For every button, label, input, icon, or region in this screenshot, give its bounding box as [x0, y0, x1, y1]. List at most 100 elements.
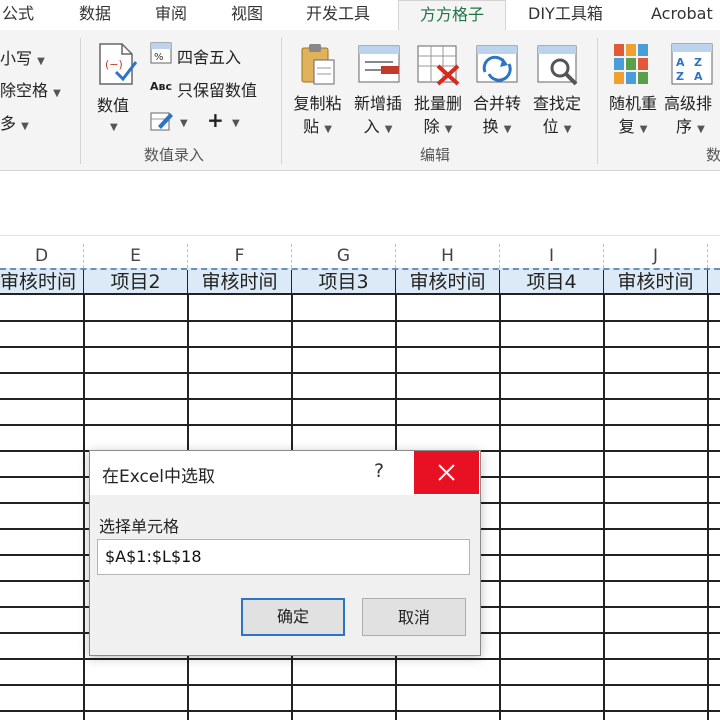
help-icon[interactable]: ? — [374, 460, 384, 482]
chevron-down-icon[interactable]: ▼ — [110, 122, 118, 133]
chevron-down-icon[interactable]: ▼ — [180, 118, 188, 129]
ribbon-panel: 小写 ▼ 除空格 ▼ 多 ▼ (−) 数值 ▼ % 四舍五入 Aʙc 只保留数值 — [0, 30, 720, 171]
ok-button[interactable]: 确定 — [241, 598, 345, 636]
copy-paste-label-1: 复制粘 — [293, 94, 342, 113]
merge-convert-label-1: 合并转 — [472, 94, 521, 113]
dialog-title: 在Excel中选取 — [102, 467, 216, 487]
chevron-down-icon: ▼ — [444, 124, 453, 135]
chevron-down-icon: ▼ — [37, 56, 45, 67]
find-locate-label-1: 查找定 — [532, 94, 581, 113]
add-insert-label-2-text: 入 — [363, 117, 380, 136]
column-header-i[interactable]: I — [500, 244, 604, 268]
merge-convert-icon[interactable] — [475, 42, 519, 90]
field-label: 选择单元格 — [99, 517, 180, 536]
grid-column-line — [83, 295, 85, 720]
grid-row-line — [0, 424, 720, 426]
header-cell[interactable]: 审核时间 — [604, 270, 708, 293]
group-separator — [80, 38, 81, 164]
header-cell[interactable]: 项目4 — [500, 270, 604, 293]
find-locate-label-2-text: 位 — [542, 117, 559, 136]
value-button-label[interactable]: 数值 — [97, 92, 129, 116]
random-repeat-label-2-text: 复 — [618, 117, 635, 136]
column-header-g[interactable]: G — [292, 244, 396, 268]
tab-data[interactable]: 数据 — [79, 0, 111, 30]
add-insert-label-2: 入 ▼ — [349, 115, 407, 141]
sort-az-icon[interactable]: A Z Z A — [670, 42, 714, 90]
batch-delete-button[interactable]: 批量删 除 ▼ — [409, 92, 467, 141]
cancel-button[interactable]: 取消 — [362, 598, 466, 636]
merge-convert-button[interactable]: 合并转 换 ▼ — [468, 92, 526, 141]
copy-paste-label-2: 贴 ▼ — [290, 115, 345, 141]
copy-paste-button[interactable]: 复制粘 贴 ▼ — [290, 92, 345, 141]
range-input[interactable]: $A$1:$L$18 — [97, 539, 470, 575]
column-header-f[interactable]: F — [188, 244, 292, 268]
round-button[interactable]: 四舍五入 — [177, 44, 241, 68]
close-icon — [438, 464, 455, 481]
plus-icon[interactable]: + — [207, 108, 224, 132]
insert-rows-icon[interactable] — [357, 42, 401, 90]
grid-row-line — [0, 372, 720, 374]
chevron-down-icon: ▼ — [563, 124, 572, 135]
batch-delete-icon[interactable] — [416, 42, 460, 90]
dialog-title-bar[interactable]: 在Excel中选取 ? — [90, 451, 480, 495]
tab-view[interactable]: 视图 — [231, 0, 263, 30]
column-header-h[interactable]: H — [396, 244, 500, 268]
formula-bar-area[interactable] — [0, 171, 720, 236]
random-repeat-icon[interactable] — [612, 42, 652, 90]
header-cell[interactable]: 项目2 — [84, 270, 188, 293]
header-cell[interactable]: 审核时间 — [0, 270, 84, 293]
header-cell[interactable]: 审核时间 — [188, 270, 292, 293]
group-separator — [281, 38, 282, 164]
add-insert-button[interactable]: 新增插 入 ▼ — [349, 92, 407, 141]
value-convert-icon[interactable]: (−) — [96, 42, 138, 90]
tab-review[interactable]: 审阅 — [155, 0, 187, 30]
find-locate-button[interactable]: 查找定 位 ▼ — [528, 92, 586, 141]
grid-row-line — [0, 684, 720, 686]
add-insert-label-1: 新增插 — [353, 94, 402, 113]
grid-row-line — [0, 346, 720, 348]
tab-formulas[interactable]: 公式 — [2, 0, 34, 30]
advanced-sort-button[interactable]: 高级排 序 ▼ — [664, 92, 720, 141]
clipboard-icon[interactable] — [298, 42, 338, 90]
column-header-j[interactable]: J — [604, 244, 708, 268]
svg-text:A: A — [676, 56, 685, 69]
chevron-down-icon: ▼ — [503, 124, 512, 135]
grid-column-line — [603, 295, 605, 720]
svg-text:(−): (−) — [105, 58, 123, 71]
tab-developer[interactable]: 开发工具 — [306, 0, 370, 30]
grid-column-line — [499, 295, 501, 720]
tab-diy-toolbox[interactable]: DIY工具箱 — [528, 0, 603, 30]
group-separator — [597, 38, 598, 164]
chevron-down-icon: ▼ — [324, 124, 332, 135]
case-menu[interactable]: 小写 ▼ — [0, 45, 45, 69]
random-repeat-label-2: 复 ▼ — [604, 115, 662, 141]
chevron-down-icon: ▼ — [384, 124, 393, 135]
random-repeat-button[interactable]: 随机重 复 ▼ — [604, 92, 662, 141]
close-button[interactable] — [414, 451, 479, 494]
edit-sheet-icon[interactable] — [150, 110, 174, 136]
column-header-e[interactable]: E — [84, 244, 188, 268]
more-menu[interactable]: 多 ▼ — [0, 110, 29, 134]
case-label: 小写 — [0, 49, 33, 68]
grid-row-line — [0, 658, 720, 660]
grid-column-line — [707, 295, 709, 720]
column-header-d[interactable]: D — [0, 244, 84, 268]
grid-row-line — [0, 398, 720, 400]
tab-fangfang-gezi[interactable]: 方方格子 — [398, 0, 506, 32]
advanced-sort-label-2-text: 序 — [676, 117, 693, 136]
advanced-sort-label-1: 高级排 — [664, 94, 713, 113]
random-repeat-label-1: 随机重 — [608, 94, 657, 113]
tab-acrobat[interactable]: Acrobat — [651, 0, 713, 30]
header-cell[interactable]: 项目3 — [292, 270, 396, 293]
chevron-down-icon[interactable]: ▼ — [232, 118, 240, 129]
svg-text:Z: Z — [694, 56, 702, 69]
merge-convert-label-2-text: 换 — [482, 117, 499, 136]
keep-values-button[interactable]: 只保留数值 — [177, 77, 257, 101]
group-label-edit: 编辑 — [420, 146, 451, 164]
svg-text:Z: Z — [676, 70, 684, 83]
header-cell[interactable]: 审核时间 — [396, 270, 500, 293]
group-label-data: 数 — [706, 146, 720, 164]
find-locate-icon[interactable] — [536, 42, 580, 90]
group-label-numeric-entry: 数值录入 — [144, 146, 205, 164]
trim-spaces-menu[interactable]: 除空格 ▼ — [0, 77, 61, 101]
